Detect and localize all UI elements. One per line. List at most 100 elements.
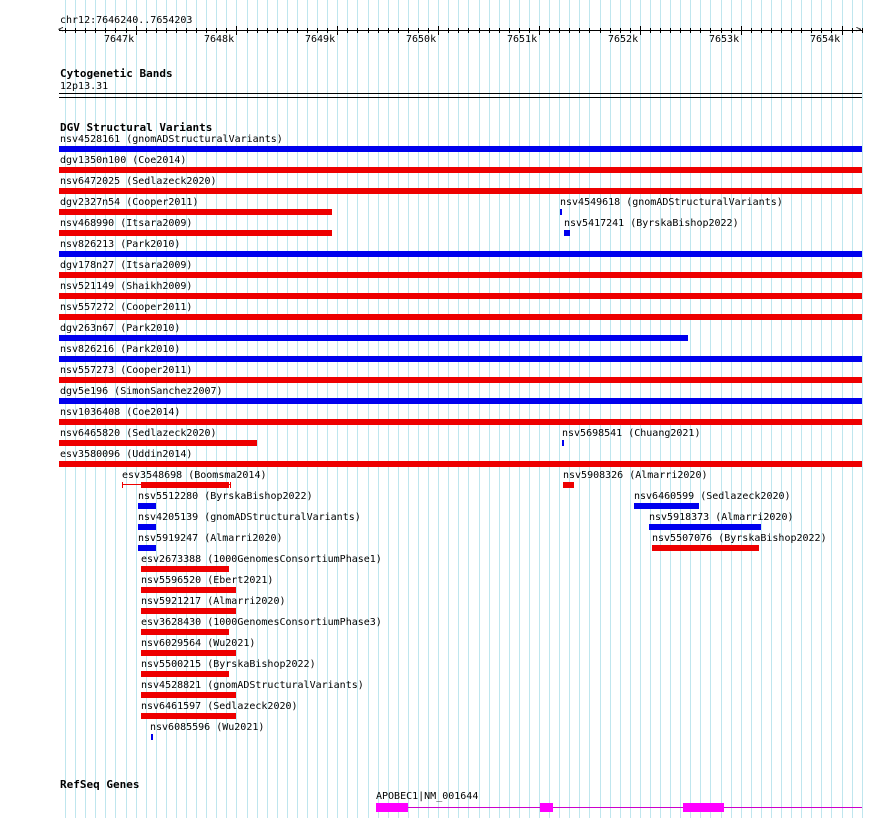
sv-feature-label[interactable]: nsv5908326 (Almarri2020) <box>563 470 708 481</box>
sv-feature-label[interactable]: esv2673388 (1000GenomesConsortiumPhase1) <box>141 554 382 565</box>
sv-feature-bar[interactable] <box>59 419 862 425</box>
sv-feature-label[interactable]: nsv5921217 (Almarri2020) <box>141 596 286 607</box>
sv-feature-bar[interactable] <box>652 545 759 551</box>
sv-feature-label[interactable]: nsv5512280 (ByrskaBishop2022) <box>138 491 313 502</box>
grid-line <box>761 0 762 818</box>
sv-feature-label[interactable]: nsv557272 (Cooper2011) <box>60 302 192 313</box>
ruler-minor-tick <box>166 28 167 33</box>
ruler-minor-tick <box>115 28 116 33</box>
sv-feature-bar[interactable] <box>59 188 862 194</box>
sv-feature-bar[interactable] <box>141 608 236 614</box>
sv-feature-label[interactable]: nsv5417241 (ByrskaBishop2022) <box>564 218 739 229</box>
sv-feature-label[interactable]: dgv2327n54 (Cooper2011) <box>60 197 198 208</box>
sv-feature-label[interactable]: nsv468990 (Itsara2009) <box>60 218 192 229</box>
gene-exon[interactable] <box>540 803 553 812</box>
sv-feature-label[interactable]: dgv263n67 (Park2010) <box>60 323 180 334</box>
sv-feature-label[interactable]: nsv5596520 (Ebert2021) <box>141 575 273 586</box>
sv-feature-label[interactable]: esv3580096 (Uddin2014) <box>60 449 192 460</box>
sv-feature-label[interactable]: nsv4528161 (gnomADStructuralVariants) <box>60 134 283 145</box>
sv-feature-label[interactable]: nsv5919247 (Almarri2020) <box>138 533 283 544</box>
sv-feature-bar[interactable] <box>649 524 761 530</box>
sv-feature-label[interactable]: nsv6472025 (Sedlazeck2020) <box>60 176 217 187</box>
grid-line <box>589 0 590 818</box>
grid-line <box>579 0 580 818</box>
sv-feature-bar[interactable] <box>564 230 570 236</box>
sv-feature-bar[interactable] <box>634 503 699 509</box>
sv-feature-bar[interactable] <box>562 440 564 446</box>
sv-feature-label[interactable]: dgv1350n100 (Coe2014) <box>60 155 186 166</box>
sv-feature-bar[interactable] <box>59 461 862 467</box>
scroll-right-arrow-icon[interactable]: > <box>856 26 861 35</box>
sv-feature-label[interactable]: esv3628430 (1000GenomesConsortiumPhase3) <box>141 617 382 628</box>
sv-feature-bar[interactable] <box>138 503 156 509</box>
sv-feature-label[interactable]: esv3548698 (Boomsma2014) <box>122 470 267 481</box>
sv-feature-bar[interactable] <box>141 692 236 698</box>
sv-feature-bar[interactable] <box>59 356 862 362</box>
sv-feature-bar[interactable] <box>560 209 562 215</box>
sv-feature-bar[interactable] <box>59 272 862 278</box>
ruler-tick-label: 7654k <box>810 34 841 45</box>
ruler-tick-label: 7649k <box>305 34 336 45</box>
sv-feature-label[interactable]: nsv1036408 (Coe2014) <box>60 407 180 418</box>
sv-feature-label[interactable]: nsv6465820 (Sedlazeck2020) <box>60 428 217 439</box>
grid-line <box>731 0 732 818</box>
sv-feature-label[interactable]: nsv4528821 (gnomADStructuralVariants) <box>141 680 364 691</box>
gene-exon[interactable] <box>683 803 724 812</box>
sv-feature-bar[interactable] <box>59 314 862 320</box>
sv-feature-bar[interactable] <box>59 335 688 341</box>
sv-feature-bar[interactable] <box>59 251 862 257</box>
sv-feature-bar[interactable] <box>59 398 862 404</box>
sv-feature-bar[interactable] <box>151 734 153 740</box>
sv-feature-bar[interactable] <box>59 167 862 173</box>
sv-feature-label[interactable]: dgv178n27 (Itsara2009) <box>60 260 192 271</box>
sv-feature-label[interactable]: nsv5507076 (ByrskaBishop2022) <box>652 533 827 544</box>
ruler-minor-tick <box>509 28 510 33</box>
ruler-minor-tick <box>75 28 76 33</box>
grid-line <box>267 0 268 818</box>
sv-feature-label[interactable]: nsv521149 (Shaikh2009) <box>60 281 192 292</box>
sv-feature-bar[interactable] <box>141 671 229 677</box>
grid-line <box>680 0 681 818</box>
sv-feature-bar[interactable] <box>141 713 236 719</box>
sv-feature-label[interactable]: nsv6460599 (Sedlazeck2020) <box>634 491 791 502</box>
grid-line <box>650 0 651 818</box>
scroll-left-arrow-icon[interactable]: < <box>58 26 63 35</box>
sv-feature-label[interactable]: nsv5698541 (Chuang2021) <box>562 428 700 439</box>
ruler-minor-tick <box>458 28 459 33</box>
ruler-minor-tick <box>428 28 429 33</box>
sv-feature-label[interactable]: nsv826213 (Park2010) <box>60 239 180 250</box>
sv-feature-label[interactable]: nsv6085596 (Wu2021) <box>150 722 264 733</box>
sv-feature-bar[interactable] <box>141 629 229 635</box>
sv-feature-bar[interactable] <box>141 587 236 593</box>
sv-feature-label[interactable]: nsv5500215 (ByrskaBishop2022) <box>141 659 316 670</box>
gene-exon[interactable] <box>376 803 408 812</box>
sv-feature-bar[interactable] <box>138 524 156 530</box>
grid-line <box>751 0 752 818</box>
sv-feature-bar[interactable] <box>141 650 236 656</box>
sv-feature-bar[interactable] <box>59 293 862 299</box>
sv-feature-label[interactable]: nsv557273 (Cooper2011) <box>60 365 192 376</box>
sv-feature-label[interactable]: nsv826216 (Park2010) <box>60 344 180 355</box>
ruler-minor-tick <box>499 28 500 33</box>
sv-feature-bar[interactable] <box>59 440 257 446</box>
sv-feature-label[interactable]: nsv4205139 (gnomADStructuralVariants) <box>138 512 361 523</box>
gene-label[interactable]: APOBEC1|NM_001644 <box>376 791 478 802</box>
sv-feature-label[interactable]: nsv4549618 (gnomADStructuralVariants) <box>560 197 783 208</box>
sv-feature-bar[interactable] <box>141 566 229 572</box>
sv-feature-bar[interactable] <box>59 209 332 215</box>
sv-feature-label[interactable]: nsv5918373 (Almarri2020) <box>649 512 794 523</box>
sv-feature-bar[interactable] <box>563 482 574 488</box>
sv-feature-label[interactable]: nsv6461597 (Sedlazeck2020) <box>141 701 298 712</box>
ruler-minor-tick <box>630 28 631 33</box>
sv-feature-core[interactable] <box>141 482 229 488</box>
ruler-minor-tick <box>126 28 127 33</box>
sv-feature-label[interactable]: dgv5e196 (SimonSanchez2007) <box>60 386 223 397</box>
sv-feature-label[interactable]: nsv6029564 (Wu2021) <box>141 638 255 649</box>
ruler-minor-tick <box>378 28 379 33</box>
gene-intron-line[interactable] <box>376 807 862 808</box>
sv-feature-bar[interactable] <box>59 146 862 152</box>
sv-feature-bar[interactable] <box>59 230 332 236</box>
sv-feature-bar[interactable] <box>138 545 156 551</box>
sv-feature-bar[interactable] <box>59 377 862 383</box>
ruler-minor-tick <box>731 28 732 33</box>
